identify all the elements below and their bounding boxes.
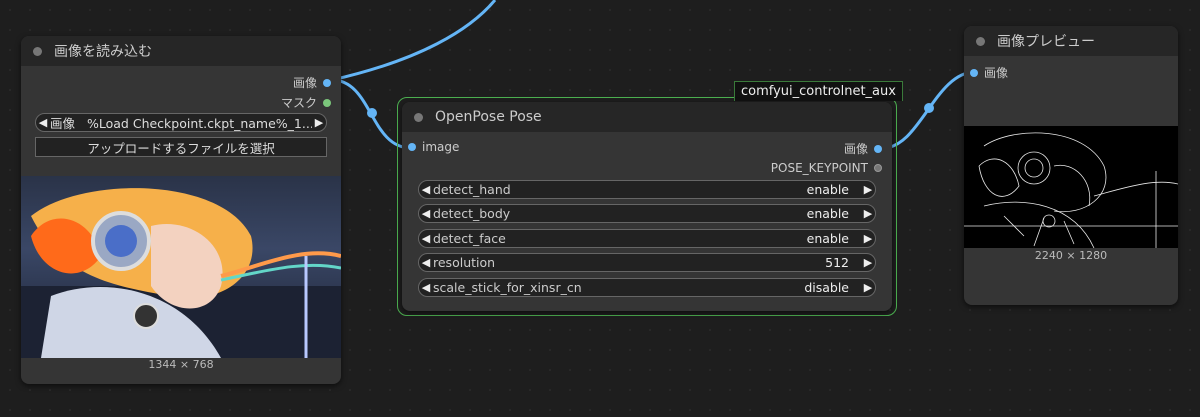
collapse-dot-icon[interactable] xyxy=(33,46,42,56)
preview-image-node[interactable]: 画像プレビュー 画像 2240 × 1280 xyxy=(964,26,1178,305)
image-combo-widget[interactable]: ◀ 画像 %Load Checkpoint.ckpt_name%_1... ▶ xyxy=(35,113,327,132)
loaded-image-thumbnail xyxy=(21,176,341,358)
link-top-to-load xyxy=(331,0,497,82)
collapse-dot-icon[interactable] xyxy=(414,112,423,122)
widget-name: 画像 xyxy=(50,116,76,131)
node-title-bar[interactable]: 画像を読み込む xyxy=(21,36,341,66)
output-dot-icon[interactable] xyxy=(874,144,882,153)
output-slot-pose-keypoint[interactable]: POSE_KEYPOINT xyxy=(771,161,882,175)
input-dot-icon[interactable] xyxy=(970,68,978,77)
node-title-bar[interactable]: 画像プレビュー xyxy=(964,26,1178,56)
widget-text: 画像 %Load Checkpoint.ckpt_name%_1... xyxy=(50,113,312,132)
preview-dimensions: 2240 × 1280 xyxy=(1034,249,1108,262)
arrow-right-icon[interactable]: ▶ xyxy=(312,116,326,129)
anime-illustration xyxy=(21,188,341,358)
widget-value: 512 xyxy=(825,255,849,270)
widget-scale-stick[interactable]: ◀ scale_stick_for_xinsr_cn disable ▶ xyxy=(418,278,876,297)
arrow-left-icon[interactable]: ◀ xyxy=(419,232,433,245)
arrow-left-icon[interactable]: ◀ xyxy=(419,256,433,269)
node-title-bar[interactable]: OpenPose Pose xyxy=(402,102,892,132)
widget-value: enable xyxy=(806,231,849,246)
openpose-node[interactable]: OpenPose Pose image 画像 POSE_KEYPOINT ◀ d… xyxy=(402,102,892,311)
input-dot-icon[interactable] xyxy=(408,143,416,151)
slot-label: マスク xyxy=(280,96,317,110)
widget-value: disable xyxy=(804,280,849,295)
widget-value: %Load Checkpoint.ckpt_name%_1... xyxy=(87,116,312,131)
arrow-right-icon[interactable]: ▶ xyxy=(861,281,875,294)
load-image-node[interactable]: 画像を読み込む 画像 マスク ◀ 画像 %Load Checkpoint.ckp… xyxy=(21,36,341,384)
input-slot-image[interactable]: image xyxy=(408,140,459,154)
arrow-left-icon[interactable]: ◀ xyxy=(419,207,433,220)
lineart-preview xyxy=(964,132,1178,248)
image-dimensions: 1344 × 768 xyxy=(148,358,214,371)
arrow-right-icon[interactable]: ▶ xyxy=(861,183,875,196)
output-dot-icon[interactable] xyxy=(874,164,882,172)
widget-detect-hand[interactable]: ◀ detect_hand enable ▶ xyxy=(418,180,876,199)
input-slot-image[interactable]: 画像 xyxy=(970,64,1008,81)
link-midpoint xyxy=(367,108,377,118)
widget-detect-body[interactable]: ◀ detect_body enable ▶ xyxy=(418,204,876,223)
arrow-right-icon[interactable]: ▶ xyxy=(861,232,875,245)
group-label[interactable]: comfyui_controlnet_aux xyxy=(734,81,903,101)
slot-label: POSE_KEYPOINT xyxy=(770,161,868,175)
arrow-left-icon[interactable]: ◀ xyxy=(419,183,433,196)
output-slot-mask[interactable]: マスク xyxy=(281,94,331,111)
widget-name: resolution xyxy=(433,255,496,270)
widget-name: detect_body xyxy=(433,206,511,221)
output-slot-image[interactable]: 画像 xyxy=(844,140,882,157)
arrow-right-icon[interactable]: ▶ xyxy=(861,256,875,269)
widget-resolution[interactable]: ◀ resolution 512 ▶ xyxy=(418,253,876,272)
widget-detect-face[interactable]: ◀ detect_face enable ▶ xyxy=(418,229,876,248)
widget-value: enable xyxy=(806,206,849,221)
output-slot-image[interactable]: 画像 xyxy=(293,74,331,91)
slot-label: image xyxy=(422,140,460,154)
widget-value: enable xyxy=(806,182,849,197)
arrow-left-icon[interactable]: ◀ xyxy=(419,281,433,294)
upload-file-button[interactable]: アップロードするファイルを選択 xyxy=(35,137,327,157)
widget-name: scale_stick_for_xinsr_cn xyxy=(433,280,582,295)
collapse-dot-icon[interactable] xyxy=(976,36,985,46)
slot-label: 画像 xyxy=(984,66,1009,80)
slot-label: 画像 xyxy=(843,142,868,156)
slot-label: 画像 xyxy=(292,76,317,90)
link-midpoint xyxy=(924,103,934,113)
pose-preview-image xyxy=(964,126,1178,248)
arrow-right-icon[interactable]: ▶ xyxy=(861,207,875,220)
output-dot-icon[interactable] xyxy=(323,78,331,87)
widget-name: detect_hand xyxy=(433,182,511,197)
node-title: 画像を読み込む xyxy=(54,44,152,60)
node-title: 画像プレビュー xyxy=(997,34,1095,50)
arrow-left-icon[interactable]: ◀ xyxy=(36,116,50,129)
widget-name: detect_face xyxy=(433,231,506,246)
node-title: OpenPose Pose xyxy=(435,109,542,125)
output-dot-icon[interactable] xyxy=(323,98,331,107)
